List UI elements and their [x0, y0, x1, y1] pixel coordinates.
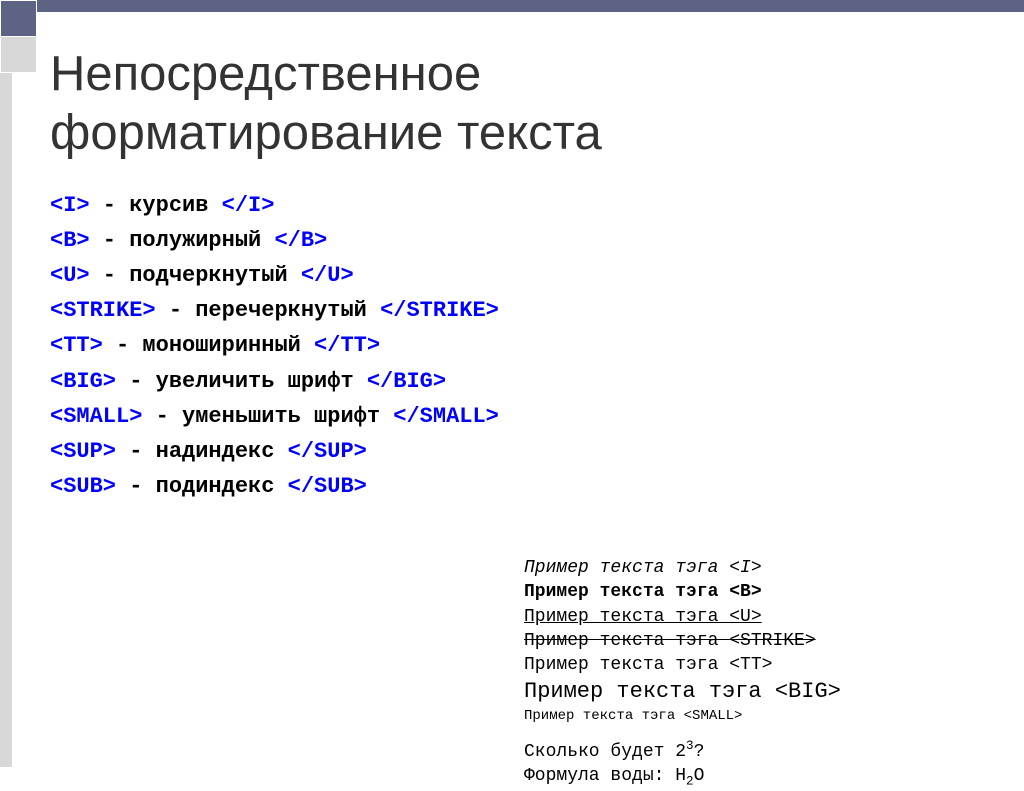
tag-row: <U> - подчеркнутый </U> — [50, 258, 1004, 293]
example-text: Пример текста тэга — [524, 631, 729, 651]
example-tt: Пример текста тэга <TT> — [524, 653, 1014, 677]
example-underline: Пример текста тэга <U> — [524, 605, 1014, 629]
tag-open: <B> — [50, 228, 90, 253]
tag-row: <BIG> - увеличить шрифт </BIG> — [50, 364, 1004, 399]
tag-open: <U> — [50, 263, 90, 288]
tag-open: <SUB> — [50, 474, 116, 499]
example-text: Пример текста тэга — [524, 582, 729, 602]
tag-close: </SMALL> — [393, 404, 499, 429]
q-after: ? — [694, 742, 705, 762]
example-text: Пример текста тэга — [524, 607, 729, 627]
tag-close: </TT> — [314, 333, 380, 358]
slide-content: Непосредственное форматирование текста <… — [50, 45, 1004, 504]
tag-desc: - полужирный — [90, 228, 275, 253]
tag-open: <SMALL> — [50, 404, 142, 429]
decoration-line — [37, 0, 1024, 12]
tag-close: </SUP> — [288, 439, 367, 464]
example-big: Пример текста тэга <BIG> — [524, 677, 1014, 707]
tag-desc: - моноширинный — [103, 333, 314, 358]
tag-desc: - подиндекс — [116, 474, 288, 499]
example-questions: Сколько будет 23? Формула воды: H2O — [524, 738, 1014, 791]
example-tag: <STRIKE> — [729, 631, 815, 651]
tag-close: </I> — [222, 193, 275, 218]
tag-desc: - надиндекс — [116, 439, 288, 464]
decoration-square — [0, 0, 37, 37]
slide-side-decoration — [0, 36, 37, 767]
tag-open: <TT> — [50, 333, 103, 358]
slide-title: Непосредственное форматирование текста — [50, 45, 1004, 163]
tag-definitions: <I> - курсив </I> <B> - полужирный </B> … — [50, 188, 1004, 505]
tag-close: </B> — [274, 228, 327, 253]
tag-open: <I> — [50, 193, 90, 218]
tag-desc: - подчеркнутый — [90, 263, 301, 288]
decoration-line — [0, 73, 12, 767]
tag-open: <BIG> — [50, 369, 116, 394]
tag-row: <I> - курсив </I> — [50, 188, 1004, 223]
tag-row: <STRIKE> - перечеркнутый </STRIKE> — [50, 293, 1004, 328]
tag-row: <B> - полужирный </B> — [50, 223, 1004, 258]
example-tag: <BIG> — [775, 679, 841, 704]
example-italic: Пример текста тэга <I> — [524, 556, 1014, 580]
title-line1: Непосредственное — [50, 47, 481, 101]
question-sub: Формула воды: H2O — [524, 764, 1014, 791]
tag-row: <SUP> - надиндекс </SUP> — [50, 434, 1004, 469]
tag-desc: - уменьшить шрифт — [142, 404, 393, 429]
tag-desc: - курсив — [90, 193, 222, 218]
slide-top-decoration — [0, 0, 1024, 10]
tag-row: <SUB> - подиндекс </SUB> — [50, 469, 1004, 504]
tag-row: <TT> - моноширинный </TT> — [50, 328, 1004, 363]
tag-desc: - перечеркнутый — [156, 298, 380, 323]
example-tag: <SMALL> — [684, 708, 743, 724]
q-sup: 3 — [686, 739, 694, 753]
tag-close: </U> — [301, 263, 354, 288]
question-sup: Сколько будет 23? — [524, 738, 1014, 764]
q-after: O — [694, 766, 705, 786]
example-strike: Пример текста тэга <STRIKE> — [524, 629, 1014, 653]
title-line2: форматирование текста — [50, 106, 602, 160]
example-text: Пример текста тэга — [524, 708, 684, 724]
tag-close: </STRIKE> — [380, 298, 499, 323]
tag-close: </SUB> — [288, 474, 367, 499]
tag-close: </BIG> — [367, 369, 446, 394]
tag-open: <SUP> — [50, 439, 116, 464]
example-tag: <I> — [729, 558, 761, 578]
tag-open: <STRIKE> — [50, 298, 156, 323]
q-before: Сколько будет 2 — [524, 742, 686, 762]
tag-examples: Пример текста тэга <I> Пример текста тэг… — [524, 556, 1014, 791]
q-before: Формула воды: H — [524, 766, 686, 786]
q-sub: 2 — [686, 775, 694, 789]
example-tag: <TT> — [729, 655, 772, 675]
example-tag: <B> — [729, 582, 761, 602]
example-text: Пример текста тэга — [524, 679, 775, 704]
example-text: Пример текста тэга — [524, 558, 729, 578]
tag-desc: - увеличить шрифт — [116, 369, 367, 394]
decoration-square — [0, 36, 37, 73]
example-tag: <U> — [729, 607, 761, 627]
example-text: Пример текста тэга — [524, 655, 729, 675]
example-small: Пример текста тэга <SMALL> — [524, 707, 1014, 726]
example-bold: Пример текста тэга <B> — [524, 580, 1014, 604]
tag-row: <SMALL> - уменьшить шрифт </SMALL> — [50, 399, 1004, 434]
